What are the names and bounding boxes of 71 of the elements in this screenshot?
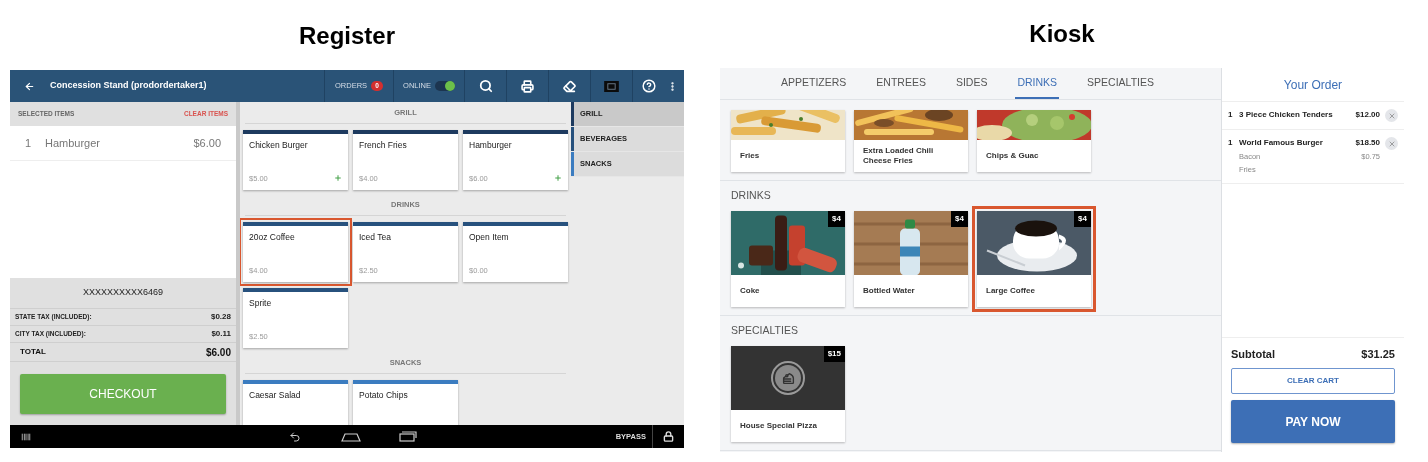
section-heading: Register	[298, 21, 395, 51]
item-name: Potato Chips	[358, 389, 409, 402]
tax-amount: $0.11	[211, 328, 231, 340]
back-arrow-icon	[23, 80, 35, 92]
item-name: Iced Tea	[358, 231, 392, 244]
item-price: $18.50	[1355, 137, 1380, 149]
lock-icon[interactable]	[663, 431, 674, 442]
price-badge: $4	[951, 211, 968, 227]
item-name: Fries	[740, 151, 760, 161]
item-name: World Famous Burger	[1239, 137, 1323, 149]
price-badge: $15	[823, 346, 845, 362]
online-toggle[interactable]	[435, 81, 455, 91]
plus-icon	[334, 174, 342, 183]
category-tab[interactable]: SPECIALTIES	[1085, 68, 1157, 99]
back-button[interactable]	[23, 80, 35, 92]
subtotal-label: Subtotal	[1231, 346, 1275, 362]
item-name: Open Item	[468, 231, 510, 244]
item-name: Caesar Salad	[248, 389, 302, 402]
home-icon[interactable]	[341, 431, 361, 442]
remove-button[interactable]	[1385, 109, 1398, 122]
section-heading: Kiosk	[1029, 19, 1095, 49]
close-icon	[1387, 139, 1396, 148]
category-tab[interactable]: APPETIZERS	[778, 68, 849, 99]
menu-section-title: DRINKS	[731, 188, 771, 204]
window-title: Concession Stand (prodordertaker1)	[50, 79, 207, 93]
total-label: TOTAL	[20, 346, 46, 358]
price-badge: $4	[828, 211, 845, 227]
price-badge: $4	[1074, 211, 1091, 227]
barcode-icon[interactable]	[20, 431, 32, 442]
total-amount: $6.00	[205, 345, 231, 360]
item-name: Chicken Burger	[248, 139, 309, 152]
item-name: Coke	[740, 286, 760, 296]
printer-icon	[521, 79, 534, 93]
line-quantity: 1	[25, 135, 33, 151]
recents-icon[interactable]	[399, 431, 417, 442]
cake-icon	[771, 361, 805, 395]
item-name: Sprite	[248, 297, 273, 310]
item-name: Large Coffee	[986, 286, 1035, 296]
remove-button[interactable]	[1385, 137, 1398, 150]
item-name: Extra Loaded Chili Cheese Fries	[863, 146, 935, 166]
subtotal-amount: $31.25	[1361, 346, 1395, 362]
item-name: 3 Piece Chicken Tenders	[1239, 109, 1333, 121]
tax-amount: $0.28	[210, 311, 231, 323]
item-quantity: 1	[1228, 137, 1234, 149]
line-name: Hamburger	[45, 135, 101, 151]
order-line[interactable]: 1 Hamburger $6.00	[10, 126, 236, 161]
screen-icon	[604, 80, 619, 92]
clear-cart-button[interactable]: CLEAR CART	[1231, 368, 1395, 394]
menu-section-title: SPECIALTIES	[731, 323, 798, 339]
line-price: $6.00	[193, 135, 221, 151]
item-price: $12.00	[1355, 109, 1380, 121]
pay-now-button[interactable]: PAY NOW	[1231, 400, 1395, 443]
category-tab[interactable]: DRINKS	[1015, 68, 1060, 99]
item-name: Chips & Guac	[986, 151, 1039, 161]
eraser-icon	[563, 79, 576, 93]
category-tab[interactable]: SIDES	[953, 68, 990, 99]
item-name: 20oz Coffee	[248, 231, 296, 244]
order-title: Your Order	[1283, 76, 1343, 94]
card-number: XXXXXXXXXX6469	[82, 286, 164, 300]
search-icon	[478, 79, 493, 93]
item-name: Bottled Water	[863, 286, 915, 296]
item-name: French Fries	[358, 139, 408, 152]
category-tab[interactable]: ENTREES	[874, 68, 928, 99]
item-quantity: 1	[1228, 109, 1234, 121]
item-name: House Special Pizza	[740, 421, 817, 431]
help-icon	[641, 79, 656, 93]
close-icon	[1387, 111, 1396, 120]
item-name: Hamburger	[468, 139, 513, 152]
plus-icon	[554, 174, 562, 183]
menu-item-card[interactable]: $4 Large Coffee	[972, 206, 1096, 312]
back-icon[interactable]	[287, 430, 303, 443]
